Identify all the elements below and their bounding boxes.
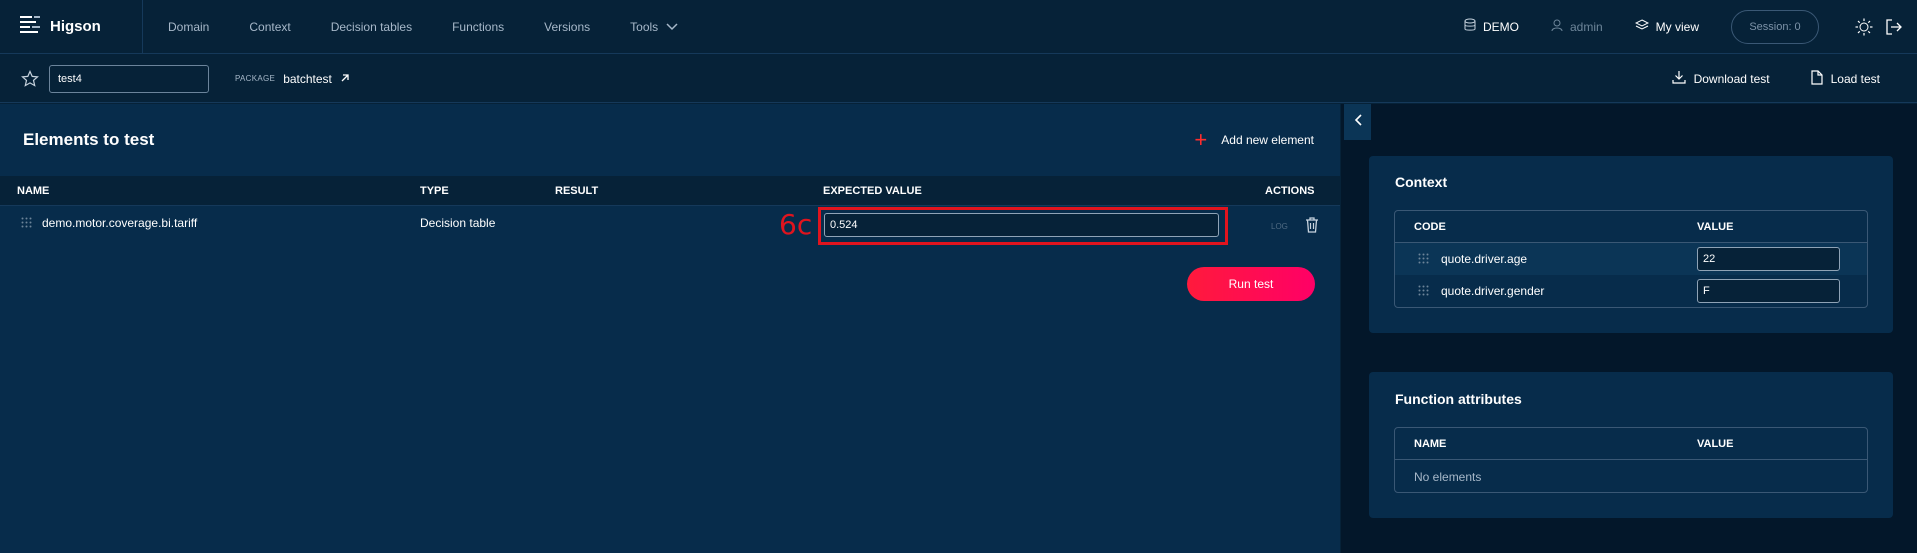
drag-handle-icon[interactable]	[1418, 253, 1429, 264]
environment-selector[interactable]: DEMO	[1464, 18, 1519, 35]
context-code: quote.driver.gender	[1441, 284, 1545, 298]
context-value-input[interactable]	[1697, 279, 1840, 303]
plus-icon: +	[1194, 126, 1208, 152]
external-link-icon	[340, 70, 350, 88]
column-header-name: NAME	[1414, 438, 1447, 450]
chevron-down-icon	[666, 20, 678, 34]
nav-item-tools-label: Tools	[630, 19, 659, 34]
drag-handle-icon[interactable]	[1418, 285, 1429, 296]
table-row: quote.driver.age	[1395, 243, 1867, 275]
panel-title: Elements to test	[23, 129, 155, 149]
context-title: Context	[1395, 174, 1448, 190]
function-attributes-card: Function attributes NAME VALUE No elemen…	[1369, 372, 1893, 518]
logout-icon[interactable]	[1883, 16, 1905, 38]
test-actions: Download test Load test	[1671, 69, 1917, 88]
test-toolbar: PACKAGE batchtest Download test Load tes…	[0, 55, 1917, 103]
context-table: CODE VALUE quote.driver.age quote.driver…	[1394, 210, 1868, 308]
annotation-label: 6c	[779, 208, 813, 241]
favorite-star-icon[interactable]	[20, 69, 40, 89]
topbar-right: DEMO admin My view Session: 0	[1464, 0, 1917, 54]
column-header-code: CODE	[1414, 221, 1446, 233]
elements-table-header: NAME TYPE RESULT EXPECTED VALUE ACTIONS	[0, 176, 1340, 206]
column-header-type: TYPE	[420, 185, 449, 197]
database-icon	[1464, 18, 1476, 35]
package-link[interactable]: PACKAGE batchtest	[235, 70, 350, 88]
load-test-button[interactable]: Load test	[1810, 69, 1880, 88]
user-menu[interactable]: admin	[1551, 19, 1603, 35]
main-menu: Domain Context Decision tables Functions…	[143, 0, 718, 54]
package-value: batchtest	[283, 71, 332, 86]
column-header-value: VALUE	[1697, 221, 1734, 233]
view-label: My view	[1655, 19, 1699, 34]
function-attributes-table: NAME VALUE No elements	[1394, 427, 1868, 493]
table-row: quote.driver.gender	[1395, 275, 1867, 307]
nav-item-domain[interactable]: Domain	[168, 20, 209, 34]
column-header-result: RESULT	[555, 185, 599, 197]
function-attributes-header: NAME VALUE	[1395, 428, 1867, 460]
trash-icon[interactable]	[1303, 216, 1321, 234]
environment-label: DEMO	[1482, 19, 1519, 34]
collapse-panel-button[interactable]	[1344, 104, 1371, 140]
empty-row: No elements	[1395, 460, 1867, 492]
context-card: Context CODE VALUE quote.driver.age quot…	[1369, 156, 1893, 333]
nav-item-functions[interactable]: Functions	[452, 20, 504, 34]
user-name: admin	[1569, 19, 1603, 34]
higson-logo-icon	[20, 15, 42, 38]
package-label: PACKAGE	[235, 74, 276, 83]
run-test-button[interactable]: Run test	[1187, 267, 1315, 301]
column-header-name: NAME	[17, 185, 50, 197]
element-type: Decision table	[420, 216, 496, 230]
load-test-label: Load test	[1830, 71, 1880, 86]
column-header-value: VALUE	[1697, 438, 1734, 450]
nav-item-versions[interactable]: Versions	[544, 20, 590, 34]
brand-name: Higson	[50, 18, 101, 35]
load-file-icon	[1810, 69, 1823, 88]
add-new-element-button[interactable]: + Add new element	[1194, 126, 1314, 152]
nav-item-tools[interactable]: Tools	[630, 20, 678, 34]
elements-to-test-panel: Elements to test + Add new element NAME …	[0, 104, 1340, 553]
session-button[interactable]: Session: 0	[1731, 9, 1819, 44]
user-icon	[1551, 19, 1563, 35]
add-new-element-label: Add new element	[1221, 132, 1314, 147]
context-table-header: CODE VALUE	[1395, 211, 1867, 243]
log-button[interactable]: LOG	[1271, 222, 1288, 231]
download-icon	[1671, 70, 1686, 87]
column-header-expected-value: EXPECTED VALUE	[823, 185, 922, 197]
drag-handle-icon[interactable]	[21, 217, 32, 228]
column-header-actions: ACTIONS	[1265, 185, 1315, 197]
nav-item-decision-tables[interactable]: Decision tables	[331, 20, 412, 34]
download-test-label: Download test	[1693, 71, 1770, 86]
context-code: quote.driver.age	[1441, 252, 1528, 266]
view-selector[interactable]: My view	[1634, 18, 1699, 35]
layers-icon	[1634, 18, 1649, 35]
panel-header: Elements to test + Add new element	[0, 104, 1340, 175]
element-name: demo.motor.coverage.bi.tariff	[42, 216, 198, 230]
chevron-left-icon	[1354, 113, 1362, 131]
context-value-input[interactable]	[1697, 247, 1840, 271]
test-name-input[interactable]	[49, 64, 209, 93]
brand-logo[interactable]: Higson	[0, 0, 143, 54]
function-attributes-title: Function attributes	[1395, 391, 1522, 407]
nav-item-context[interactable]: Context	[249, 20, 290, 34]
theme-toggle-sun-icon[interactable]	[1853, 16, 1875, 38]
top-navigation: Higson Domain Context Decision tables Fu…	[0, 0, 1917, 54]
download-test-button[interactable]: Download test	[1671, 70, 1770, 87]
empty-message: No elements	[1414, 470, 1482, 484]
expected-value-input[interactable]	[824, 213, 1219, 237]
